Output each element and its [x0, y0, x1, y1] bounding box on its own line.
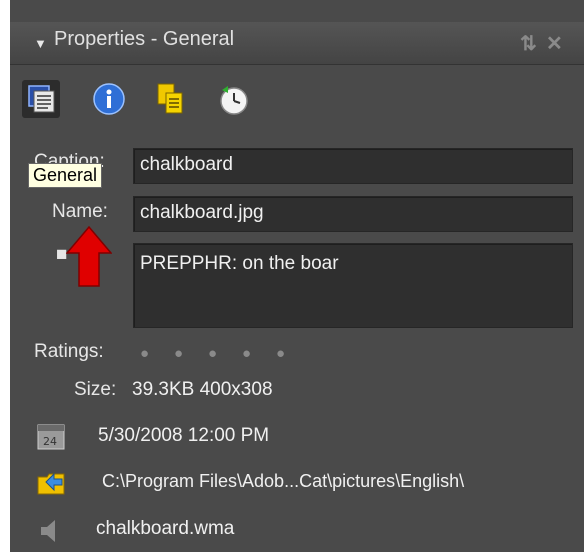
folder-icon: [37, 472, 65, 495]
info-icon: [93, 83, 125, 115]
tags-tab-button[interactable]: [152, 80, 190, 118]
file-path-value[interactable]: C:\Program Files\Adob...Cat\pictures\Eng…: [102, 471, 464, 492]
properties-toolbar: [10, 70, 584, 134]
info-tab-button[interactable]: [90, 80, 128, 118]
panel-minimize-icon[interactable]: ⇅: [520, 31, 537, 56]
ratings-label: Ratings:: [34, 341, 104, 362]
size-label: Size:: [74, 379, 117, 400]
panel-close-icon[interactable]: ✕: [546, 31, 563, 56]
size-value: 39.3KB 400x308: [132, 379, 273, 400]
history-tab-button[interactable]: [214, 80, 252, 118]
panel-title: Properties - General: [54, 28, 235, 50]
notes-textarea[interactable]: PREPPHR: on the boar: [133, 243, 573, 328]
rating-star-3[interactable]: ●: [208, 345, 217, 362]
audio-caption-value[interactable]: chalkboard.wma: [96, 518, 234, 540]
calendar-icon: 24: [37, 424, 65, 450]
general-icon: [28, 85, 55, 113]
tags-icon: [157, 83, 183, 114]
caption-input[interactable]: chalkboard: [133, 148, 573, 184]
rating-star-5[interactable]: ●: [276, 345, 285, 362]
general-tab-button[interactable]: [22, 80, 60, 118]
date-value[interactable]: 5/30/2008 12:00 PM: [98, 425, 269, 447]
rating-star-4[interactable]: ●: [242, 345, 251, 362]
red-arrow-icon: [66, 226, 112, 287]
general-tooltip: General: [28, 163, 103, 188]
history-icon: [220, 86, 248, 115]
rating-star-2[interactable]: ●: [174, 345, 183, 362]
rating-star-1[interactable]: ●: [140, 345, 149, 362]
svg-text:24: 24: [43, 435, 57, 448]
collapse-triangle-icon[interactable]: ▼: [34, 36, 47, 51]
panel-header: ▼ Properties - General ⇅ ✕: [10, 22, 584, 65]
name-label: Name:: [52, 201, 108, 222]
speaker-icon: [41, 520, 55, 542]
name-input[interactable]: chalkboard.jpg: [133, 196, 573, 232]
